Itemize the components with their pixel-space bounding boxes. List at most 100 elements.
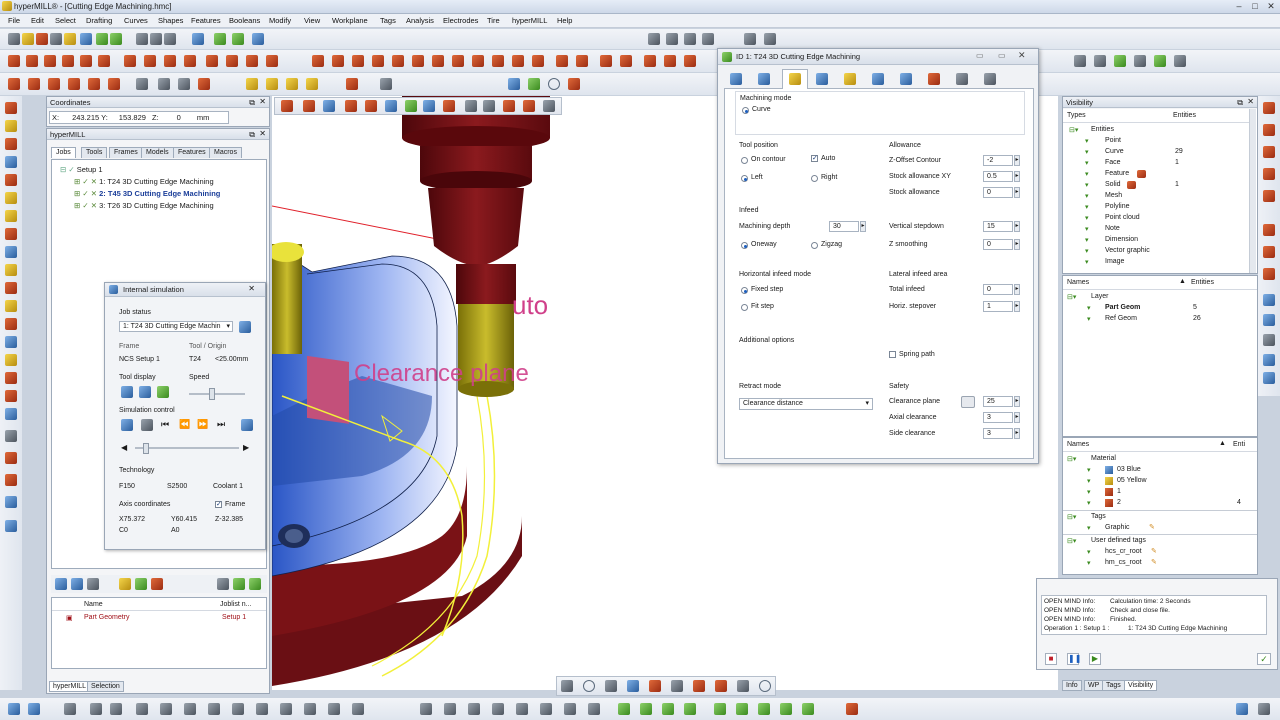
tool-9-icon[interactable] (5, 246, 17, 258)
scroll-right-icon[interactable]: ▶ (243, 443, 249, 452)
type-mesh[interactable]: Mesh (1105, 192, 1122, 199)
snap-6-icon[interactable] (136, 703, 148, 715)
eye-icon[interactable]: ▾ (1085, 225, 1089, 233)
tool-display-3-icon[interactable] (157, 386, 169, 398)
sweep-icon[interactable] (48, 78, 60, 90)
snap-17-icon[interactable] (444, 703, 456, 715)
eye-icon[interactable]: ▾ (1085, 236, 1089, 244)
layer-part-geom[interactable]: Part Geom (1105, 304, 1140, 311)
type-vector-graphic[interactable]: Vector graphic (1105, 247, 1150, 254)
oneway-radio[interactable] (741, 242, 748, 249)
jl-8-icon[interactable] (233, 578, 245, 590)
snap-25-icon[interactable] (640, 703, 652, 715)
silhouette-icon[interactable] (576, 55, 588, 67)
tool-14-icon[interactable] (5, 336, 17, 348)
repair-icon[interactable] (346, 78, 358, 90)
z-offset-field[interactable]: -2 (983, 155, 1013, 166)
open-icon[interactable] (22, 33, 34, 45)
snap-15-icon[interactable] (352, 703, 364, 715)
vt-5-icon[interactable] (365, 100, 377, 112)
eye-icon[interactable]: ▾ (1085, 203, 1089, 211)
progress-thumb[interactable] (143, 443, 149, 454)
cube-right-icon[interactable] (702, 33, 714, 45)
pick-plane-icon[interactable] (961, 396, 975, 408)
boolean-int-icon[interactable] (178, 78, 190, 90)
rtool-13-icon[interactable] (1263, 372, 1275, 384)
tool-16-icon[interactable] (5, 372, 17, 384)
menu-tags[interactable]: Tags (380, 16, 396, 25)
list-header-joblist[interactable]: Joblist n... (220, 601, 252, 608)
type-polyline[interactable]: Polyline (1105, 203, 1130, 210)
material-blue[interactable]: 03 Blue (1117, 466, 1141, 473)
zigzag-radio[interactable] (811, 242, 818, 249)
tool-7-icon[interactable] (5, 210, 17, 222)
skip-forward-icon[interactable]: ⏭ (217, 419, 225, 430)
rtool-4-icon[interactable] (1263, 168, 1275, 180)
left-radio[interactable] (741, 175, 748, 182)
pin-icon[interactable]: ⧉ (1237, 98, 1243, 108)
redo-icon[interactable] (80, 33, 92, 45)
type-curve[interactable]: Curve (1105, 148, 1124, 155)
jl-7-icon[interactable] (217, 578, 229, 590)
break-icon[interactable] (412, 55, 424, 67)
on-contour-radio[interactable] (741, 157, 748, 164)
copy-icon[interactable] (150, 33, 162, 45)
split-icon[interactable] (532, 55, 544, 67)
sort-icon[interactable]: ▲ (1219, 440, 1226, 447)
jl-9-icon[interactable] (249, 578, 261, 590)
rtool-7-icon[interactable] (1263, 246, 1275, 258)
tool-19-icon[interactable] (5, 430, 17, 442)
skip-back-icon[interactable]: ⏮ (161, 419, 169, 430)
cube-front-icon[interactable] (666, 33, 678, 45)
rtool-2-icon[interactable] (1263, 124, 1275, 136)
tab-features[interactable]: Features (173, 147, 211, 158)
scroll-left-icon[interactable]: ◀ (121, 443, 127, 452)
types-scrollbar[interactable] (1249, 109, 1256, 273)
trim-icon[interactable] (144, 55, 156, 67)
grid-icon[interactable] (1094, 55, 1106, 67)
cube-left-icon[interactable] (744, 33, 756, 45)
user-tags-root[interactable]: User defined tags (1091, 537, 1146, 544)
extend-icon[interactable] (164, 55, 176, 67)
menu-curves[interactable]: Curves (124, 16, 148, 25)
draft-icon[interactable] (286, 78, 298, 90)
close-icon[interactable]: ✕ (259, 97, 266, 106)
grid-toggle-icon[interactable] (671, 680, 683, 692)
jl-1-icon[interactable] (55, 578, 67, 590)
isoline-icon[interactable] (620, 55, 632, 67)
helix-icon[interactable] (684, 55, 696, 67)
extrude-icon[interactable] (8, 78, 20, 90)
close-icon[interactable]: ✕ (1018, 50, 1026, 61)
cube-iso-icon[interactable] (648, 33, 660, 45)
restore-icon[interactable]: ▭ (998, 51, 1006, 60)
snap-20-icon[interactable] (516, 703, 528, 715)
tool-1-icon[interactable] (5, 102, 17, 114)
measure-view-icon[interactable] (649, 680, 661, 692)
face-blend-icon[interactable] (266, 78, 278, 90)
surface-edge-icon[interactable] (556, 55, 568, 67)
print-icon[interactable] (50, 33, 62, 45)
edge-blend-icon[interactable] (246, 78, 258, 90)
type-solid[interactable]: Solid (1105, 181, 1121, 188)
eye-icon[interactable]: ▾ (1085, 192, 1089, 200)
tab-selection[interactable]: Selection (87, 681, 124, 692)
menu-view[interactable]: View (304, 16, 320, 25)
pause-button[interactable]: ❚❚ (1067, 653, 1081, 665)
view-pan-icon[interactable] (214, 33, 226, 45)
side-clearance-field[interactable]: 3 (983, 428, 1013, 439)
tool-12-icon[interactable] (5, 300, 17, 312)
axial-clearance-spin[interactable]: ▸ (1014, 412, 1020, 423)
eye-icon[interactable]: ▾ (1087, 315, 1091, 323)
menu-select[interactable]: Select (55, 16, 76, 25)
menu-modify[interactable]: Modify (269, 16, 291, 25)
intersect-icon[interactable] (472, 55, 484, 67)
retract-mode-select[interactable]: Clearance distance ▾ (739, 398, 873, 410)
tab-params-icon[interactable] (816, 73, 828, 85)
menu-features[interactable]: Features (191, 16, 221, 25)
menu-edit[interactable]: Edit (31, 16, 44, 25)
snap-12-icon[interactable] (280, 703, 292, 715)
rtool-6-icon[interactable] (1263, 224, 1275, 236)
loft-icon[interactable] (68, 78, 80, 90)
snap-30-icon[interactable] (758, 703, 770, 715)
snap-10-icon[interactable] (232, 703, 244, 715)
